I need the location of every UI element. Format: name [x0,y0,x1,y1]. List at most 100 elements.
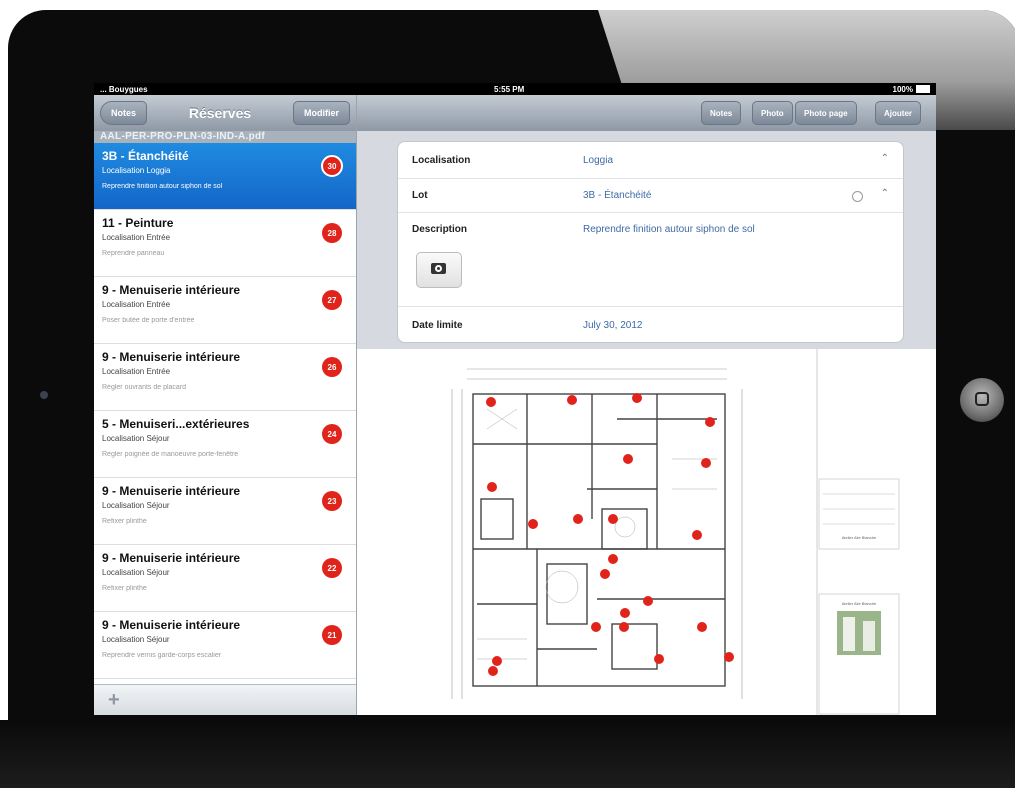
reserve-marker[interactable] [492,656,502,666]
left-navbar: Notes Réserves Modifier [94,95,356,131]
reserve-list-item[interactable]: 5 - Menuiseri...extérieures Localisation … [94,411,356,478]
reserve-list-item[interactable]: 9 - Menuiserie intérieure Localisation Sé… [94,478,356,545]
localisation-label: Localisation [412,155,471,166]
reserve-location: Localisation Séjour [102,434,170,443]
reserve-number-badge: 21 [322,625,342,645]
reserve-marker[interactable] [486,397,496,407]
reserve-number-badge: 30 [321,155,343,177]
photo-page-button[interactable]: Photo page [795,101,857,125]
reserve-marker[interactable] [567,395,577,405]
lot-label: Lot [412,190,428,201]
reserve-title: 3B - Étanchéité [102,149,189,163]
date-row[interactable]: Date limite July 30, 2012 [398,306,903,342]
reserve-marker[interactable] [643,596,653,606]
reserve-description: Régler ouvrants de placard [102,384,187,391]
reserve-marker[interactable] [623,454,633,464]
reserve-marker[interactable] [600,569,610,579]
battery-icon [916,85,930,94]
info-icon[interactable] [852,191,863,202]
right-toolbar: Notes Photo Photo page Ajouter [357,95,936,131]
lot-value: 3B - Étanchéité [583,190,652,201]
reserve-detail-card: Localisation Loggia ⌃ Lot 3B - Étanchéit… [397,141,904,343]
left-footer: + [94,684,356,715]
detail-background: Localisation Loggia ⌃ Lot 3B - Étanchéit… [357,131,936,349]
reserve-location: Localisation Entrée [102,233,171,242]
reserve-list-item[interactable]: 9 - Menuiserie intérieure Localisation En… [94,344,356,411]
reserve-description: Reprendre vernis garde-corps escalier [102,652,222,659]
reserve-list-item[interactable]: 3B - Étanchéité Localisation Loggia Repren… [94,143,356,210]
reserve-marker[interactable] [487,482,497,492]
reserve-marker[interactable] [701,458,711,468]
photo-button[interactable]: Photo [752,101,793,125]
description-label: Description [412,224,468,235]
camera-button[interactable] [416,252,462,288]
reserve-number-badge: 26 [322,357,342,377]
reserve-list-item[interactable]: 9 - Menuiserie intérieure Localisation En… [94,277,356,344]
reserves-title: Réserves [188,105,252,121]
floor-plan-viewer[interactable]: Atelier Aile Blanche Atelier Aile Blanch… [357,349,936,715]
localisation-row[interactable]: Localisation Loggia ⌃ [398,142,903,179]
reserve-marker[interactable] [692,530,702,540]
notes-back-button[interactable]: Notes [100,101,148,125]
home-button[interactable] [960,378,1004,422]
reserve-number-badge: 22 [322,558,342,578]
reserve-marker[interactable] [620,608,630,618]
reserve-marker[interactable] [608,514,618,524]
reserve-marker[interactable] [705,417,715,427]
reserve-location: Localisation Séjour [102,501,170,510]
status-bar: ... Bouygues 5:55 PM 100% [94,83,936,95]
clock: 5:55 PM [494,84,525,94]
reserve-marker[interactable] [654,654,664,664]
ipad-screen: ... Bouygues 5:55 PM 100% Notes Réserves… [94,83,936,715]
reserve-title: 9 - Menuiserie intérieure [102,484,241,498]
description-value: Reprendre finition autour siphon de sol [583,224,755,235]
home-button-icon [975,392,989,406]
reserve-number-badge: 23 [322,491,342,511]
reserve-title: 9 - Menuiserie intérieure [102,350,241,364]
reserve-title: 9 - Menuiserie intérieure [102,618,241,632]
reserve-number-badge: 27 [322,290,342,310]
battery-indicator: 100% [893,85,930,94]
reserve-list-item[interactable]: 9 - Menuiserie intérieure Localisation Sé… [94,612,356,679]
reserve-title: 11 - Peinture [102,216,174,230]
reserve-marker[interactable] [573,514,583,524]
reserve-marker[interactable] [724,652,734,662]
detail-pane: Notes Photo Photo page Ajouter Localisat… [357,95,936,715]
plus-icon[interactable]: + [108,689,120,712]
document-filename: AAL-PER-PRO-PLN-03-IND-A.pdf [94,131,356,143]
reserve-location: Localisation Loggia [102,166,171,175]
battery-percent: 100% [892,84,913,94]
reserve-marker[interactable] [591,622,601,632]
reserve-location: Localisation Entrée [102,367,171,376]
reserve-description: Reprendre finition autour siphon de sol [102,183,223,190]
reserve-title: 5 - Menuiseri...extérieures [102,417,250,431]
reserve-location: Localisation Entrée [102,300,171,309]
notes-button[interactable]: Notes [701,101,742,125]
reserve-list-item[interactable]: 11 - Peinture Localisation Entrée Reprendr… [94,210,356,277]
reserve-list-item[interactable]: 9 - Menuiserie intérieure Localisation Sé… [94,545,356,612]
reserve-markers[interactable] [486,393,734,676]
reserve-marker[interactable] [488,666,498,676]
reserve-description: Refixer plinthe [102,518,147,525]
reserve-description: Régler poignée de manoeuvre porte-fenêtr… [102,451,239,458]
modify-button[interactable]: Modifier [292,101,350,125]
date-value: July 30, 2012 [583,320,643,331]
reserve-description: Reprendre panneau [102,250,165,257]
chevron-up-icon[interactable]: ⌃ [881,153,889,164]
reserve-description: Poser butée de porte d'entrée [102,317,195,324]
lot-row[interactable]: Lot 3B - Étanchéité ⌃ [398,178,903,213]
reserve-marker[interactable] [697,622,707,632]
floor-plan-drawing[interactable]: Atelier Aile Blanche Atelier Aile Blanch… [357,349,936,715]
reserves-list: 3B - Étanchéité Localisation Loggia Repren… [94,143,356,679]
localisation-value: Loggia [583,155,614,166]
add-button[interactable]: Ajouter [875,101,921,125]
description-row[interactable]: Description Reprendre finition autour si… [398,212,903,307]
reserve-location: Localisation Séjour [102,568,170,577]
reserve-number-badge: 24 [322,424,342,444]
reserve-marker[interactable] [528,519,538,529]
reserve-marker[interactable] [619,622,629,632]
reserve-marker[interactable] [632,393,642,403]
reserve-marker[interactable] [608,554,618,564]
camera-icon [431,263,446,274]
chevron-up-icon[interactable]: ⌃ [881,188,889,199]
